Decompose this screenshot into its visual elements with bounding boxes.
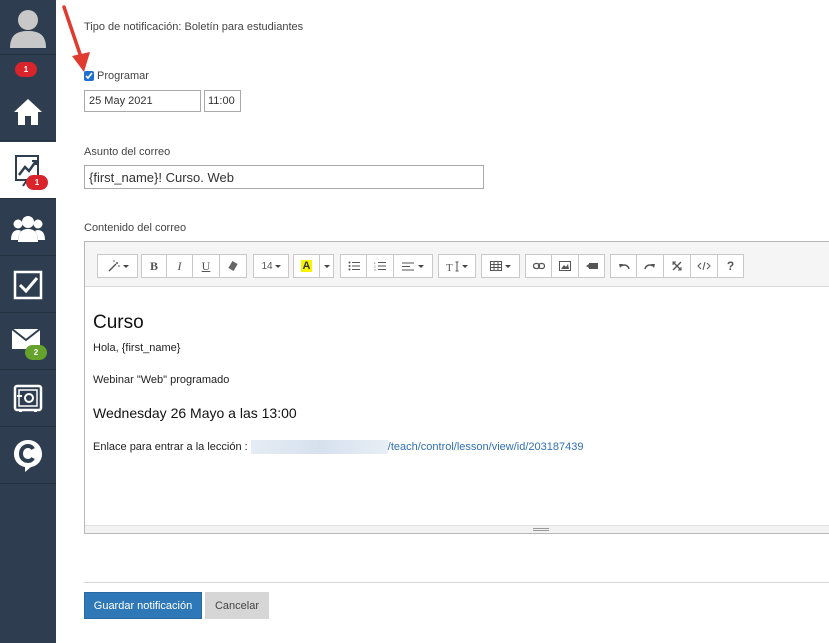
insert-video-button[interactable] bbox=[579, 254, 605, 278]
content-heading: Curso bbox=[93, 312, 144, 333]
sidebar-item-safe[interactable] bbox=[0, 371, 56, 427]
save-notification-button[interactable]: Guardar notificación bbox=[84, 592, 202, 619]
content-link-prefix: Enlace para entrar a la lección : bbox=[93, 441, 251, 453]
schedule-checkbox-row[interactable]: Programar bbox=[84, 70, 149, 82]
text-color-button[interactable]: A bbox=[293, 254, 320, 278]
sidebar-item-messages[interactable] bbox=[0, 314, 56, 370]
editor-resize-bar[interactable] bbox=[85, 525, 829, 533]
magic-style-button[interactable] bbox=[97, 254, 138, 278]
image-icon bbox=[559, 261, 571, 271]
schedule-time-input[interactable] bbox=[204, 90, 241, 112]
redo-icon bbox=[644, 264, 655, 270]
cancel-button[interactable]: Cancelar bbox=[205, 592, 269, 619]
text-style-dropdown[interactable]: T bbox=[438, 254, 476, 278]
undo-icon bbox=[618, 264, 630, 270]
italic-button[interactable]: I bbox=[167, 254, 193, 278]
paragraph-align-dropdown[interactable] bbox=[394, 254, 433, 278]
ordered-list-button[interactable]: 123 bbox=[367, 254, 394, 278]
svg-text:3: 3 bbox=[374, 268, 376, 271]
checkbox-icon bbox=[13, 270, 43, 299]
redacted-domain bbox=[250, 440, 388, 454]
eraser-icon bbox=[228, 261, 238, 271]
insert-image-button[interactable] bbox=[552, 254, 579, 278]
group-icon bbox=[11, 215, 45, 242]
table-dropdown[interactable] bbox=[481, 254, 520, 278]
editor-toolbar: B I U 14 A 123 T ? bbox=[85, 242, 829, 287]
lesson-link[interactable]: /teach/control/lesson/view/id/203187439 bbox=[388, 441, 584, 453]
content-greeting: Hola, {first_name} bbox=[93, 342, 181, 354]
profile-badge: 1 bbox=[15, 62, 37, 77]
schedule-date-input[interactable] bbox=[84, 90, 201, 112]
highlight-a-icon: A bbox=[300, 260, 313, 272]
text-color-dropdown[interactable] bbox=[320, 254, 334, 278]
bullet-list-icon bbox=[348, 261, 360, 271]
sidebar-item-stats[interactable] bbox=[0, 142, 56, 199]
question-icon: ? bbox=[726, 259, 735, 273]
unordered-list-button[interactable] bbox=[340, 254, 367, 278]
notification-type-text: Tipo de notificación: Boletín para estud… bbox=[84, 21, 304, 33]
safe-icon bbox=[13, 384, 43, 412]
link-icon bbox=[532, 262, 545, 270]
table-icon bbox=[490, 261, 502, 271]
font-size-value: 14 bbox=[261, 260, 273, 272]
red-arrow-annotation bbox=[62, 5, 90, 72]
content-label: Contenido del correo bbox=[84, 222, 187, 234]
help-button[interactable]: ? bbox=[718, 254, 744, 278]
subject-input[interactable] bbox=[84, 165, 484, 189]
numbered-list-icon: 123 bbox=[374, 261, 386, 271]
text-height-icon: T bbox=[446, 261, 459, 272]
schedule-label: Programar bbox=[97, 70, 149, 82]
sidebar-item-tasks[interactable] bbox=[0, 257, 56, 313]
sidebar-item-chat[interactable] bbox=[0, 428, 56, 484]
chat-logo-icon bbox=[14, 439, 42, 472]
content-date-line: Wednesday 26 Mayo a las 13:00 bbox=[93, 405, 297, 421]
subject-label: Asunto del correo bbox=[84, 146, 171, 158]
magic-wand-icon bbox=[107, 260, 120, 272]
stats-badge: 1 bbox=[26, 175, 48, 190]
insert-link-button[interactable] bbox=[525, 254, 552, 278]
sidebar-item-groups[interactable] bbox=[0, 200, 56, 256]
content-webinar-line: Webinar "Web" programado bbox=[93, 374, 230, 386]
home-icon bbox=[14, 99, 42, 125]
email-editor: B I U 14 A 123 T ? Curso Hola, {first_na… bbox=[84, 241, 829, 534]
sidebar: 1 1 2 bbox=[0, 0, 56, 643]
user-avatar-icon bbox=[10, 10, 46, 48]
fullscreen-button[interactable] bbox=[664, 254, 691, 278]
editor-content-area[interactable]: Curso Hola, {first_name} Webinar "Web" p… bbox=[85, 288, 829, 526]
align-icon bbox=[402, 262, 414, 270]
bold-button[interactable]: B bbox=[141, 254, 167, 278]
resize-grip-icon[interactable] bbox=[533, 528, 549, 531]
svg-text:T: T bbox=[446, 262, 453, 272]
redo-button[interactable] bbox=[637, 254, 664, 278]
video-icon bbox=[585, 263, 598, 269]
messages-badge: 2 bbox=[25, 345, 47, 360]
schedule-checkbox[interactable] bbox=[84, 71, 94, 81]
expand-icon bbox=[672, 261, 682, 271]
content-link-line: Enlace para entrar a la lección : /teach… bbox=[93, 440, 583, 454]
code-view-button[interactable] bbox=[691, 254, 718, 278]
form-divider bbox=[84, 582, 829, 583]
sidebar-item-home[interactable] bbox=[0, 84, 56, 141]
sidebar-item-profile[interactable] bbox=[0, 0, 56, 55]
underline-button[interactable]: U bbox=[193, 254, 220, 278]
undo-button[interactable] bbox=[610, 254, 637, 278]
code-icon bbox=[697, 262, 711, 270]
clear-format-button[interactable] bbox=[220, 254, 247, 278]
font-size-dropdown[interactable]: 14 bbox=[253, 254, 289, 278]
